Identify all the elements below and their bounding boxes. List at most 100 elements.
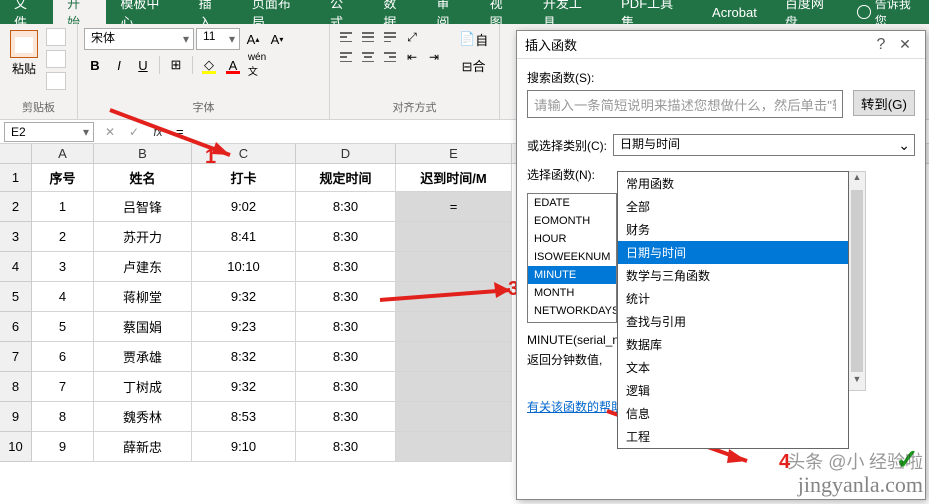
cell[interactable]: 8:30	[296, 342, 396, 372]
function-list[interactable]: EDATEEOMONTHHOURISOWEEKNUMMINUTEMONTHNET…	[527, 193, 617, 323]
dropdown-scrollbar[interactable]: ▲ ▼	[849, 171, 866, 391]
wrap-text-button[interactable]: 📄自	[454, 28, 493, 50]
shrink-font-button[interactable]: A▾	[266, 28, 288, 50]
scroll-up-icon[interactable]: ▲	[849, 172, 865, 188]
tab-pdf[interactable]: PDF工具集	[607, 0, 698, 24]
tab-file[interactable]: 文件	[0, 0, 53, 24]
cell[interactable]: 吕智锋	[94, 192, 192, 222]
cell[interactable]: 8:32	[192, 342, 296, 372]
cell[interactable]: 2	[32, 222, 94, 252]
font-size-select[interactable]: 11	[196, 28, 240, 50]
cell[interactable]	[396, 252, 512, 282]
fill-color-button[interactable]: ◇	[198, 54, 220, 76]
function-item[interactable]: EOMONTH	[528, 212, 616, 230]
category-item[interactable]: 财务	[618, 218, 848, 241]
header-cell[interactable]: 姓名	[94, 164, 192, 192]
header-cell[interactable]: 迟到时间/M	[396, 164, 512, 192]
cell[interactable]: 5	[32, 312, 94, 342]
category-item[interactable]: 统计	[618, 287, 848, 310]
cell[interactable]: 8:53	[192, 402, 296, 432]
cell[interactable]: 7	[32, 372, 94, 402]
align-center-button[interactable]	[358, 48, 378, 66]
tab-insert[interactable]: 插入	[185, 0, 238, 24]
border-button[interactable]: ⊞	[165, 54, 187, 76]
cell[interactable]: 4	[32, 282, 94, 312]
col-header-b[interactable]: B	[94, 144, 192, 163]
cell[interactable]: 苏开力	[94, 222, 192, 252]
tab-dev[interactable]: 开发工具	[529, 0, 607, 24]
tab-layout[interactable]: 页面布局	[238, 0, 316, 24]
cell[interactable]: 9:02	[192, 192, 296, 222]
font-color-button[interactable]: A	[222, 54, 244, 76]
row-header[interactable]: 9	[0, 402, 32, 432]
category-select[interactable]: 日期与时间	[613, 134, 915, 156]
function-item[interactable]: MONTH	[528, 284, 616, 302]
function-help-link[interactable]: 有关该函数的帮助	[527, 398, 623, 415]
cell[interactable]: 8:30	[296, 402, 396, 432]
fx-button[interactable]: fx	[146, 122, 170, 142]
category-item[interactable]: 常用函数	[618, 172, 848, 195]
goto-button[interactable]: 转到(G)	[853, 90, 915, 116]
align-top-button[interactable]	[336, 28, 356, 46]
tab-acrobat[interactable]: Acrobat	[698, 0, 771, 24]
cell[interactable]: 贾承雄	[94, 342, 192, 372]
cell[interactable]: 8:30	[296, 192, 396, 222]
category-item[interactable]: 数据库	[618, 333, 848, 356]
cell[interactable]	[396, 342, 512, 372]
cell[interactable]: 8:30	[296, 252, 396, 282]
merge-button[interactable]: ⊟合	[454, 54, 493, 76]
cell[interactable]: =	[396, 192, 512, 222]
indent-inc-button[interactable]: ⇥	[424, 48, 444, 66]
function-item[interactable]: ISOWEEKNUM	[528, 248, 616, 266]
tab-template[interactable]: 模板中心	[106, 0, 184, 24]
cut-button[interactable]	[46, 28, 66, 46]
col-header-a[interactable]: A	[32, 144, 94, 163]
row-header[interactable]: 4	[0, 252, 32, 282]
cell[interactable]: 卢建东	[94, 252, 192, 282]
category-item[interactable]: 工程	[618, 425, 848, 448]
row-header[interactable]: 2	[0, 192, 32, 222]
cell[interactable]	[396, 282, 512, 312]
category-item[interactable]: 查找与引用	[618, 310, 848, 333]
underline-button[interactable]: U	[132, 54, 154, 76]
formula-cancel-button[interactable]: ✕	[98, 122, 122, 142]
cell[interactable]	[396, 222, 512, 252]
cell[interactable]: 8:41	[192, 222, 296, 252]
cell[interactable]: 10:10	[192, 252, 296, 282]
cell[interactable]: 9:10	[192, 432, 296, 462]
search-function-input[interactable]	[527, 90, 843, 118]
cell[interactable]: 8:30	[296, 432, 396, 462]
cell[interactable]: 9:32	[192, 372, 296, 402]
col-header-d[interactable]: D	[296, 144, 396, 163]
tab-baidu[interactable]: 百度网盘	[771, 0, 849, 24]
category-dropdown[interactable]: 常用函数全部财务日期与时间数学与三角函数统计查找与引用数据库文本逻辑信息工程	[617, 171, 849, 449]
copy-button[interactable]	[46, 50, 66, 68]
row-header[interactable]: 1	[0, 164, 32, 192]
cell[interactable]	[396, 372, 512, 402]
cell[interactable]: 8:30	[296, 282, 396, 312]
orientation-button[interactable]: ⤢	[402, 28, 422, 46]
phonetic-button[interactable]: wén文	[246, 54, 268, 76]
font-name-select[interactable]: 宋体	[84, 28, 194, 50]
row-header[interactable]: 7	[0, 342, 32, 372]
cell[interactable]: 3	[32, 252, 94, 282]
category-item[interactable]: 文本	[618, 356, 848, 379]
row-header[interactable]: 8	[0, 372, 32, 402]
row-header[interactable]: 10	[0, 432, 32, 462]
row-header[interactable]: 5	[0, 282, 32, 312]
cell[interactable]	[396, 432, 512, 462]
cell[interactable]: 8	[32, 402, 94, 432]
cell[interactable]: 蒋柳堂	[94, 282, 192, 312]
function-item[interactable]: MINUTE	[528, 266, 616, 284]
cell[interactable]: 1	[32, 192, 94, 222]
cell[interactable]	[396, 402, 512, 432]
tab-view[interactable]: 视图	[476, 0, 529, 24]
cell[interactable]: 薛新忠	[94, 432, 192, 462]
cell[interactable]	[396, 312, 512, 342]
tab-formula[interactable]: 公式	[316, 0, 369, 24]
row-header[interactable]: 3	[0, 222, 32, 252]
align-right-button[interactable]	[380, 48, 400, 66]
function-item[interactable]: HOUR	[528, 230, 616, 248]
name-box[interactable]: E2	[4, 122, 94, 142]
category-item[interactable]: 信息	[618, 402, 848, 425]
